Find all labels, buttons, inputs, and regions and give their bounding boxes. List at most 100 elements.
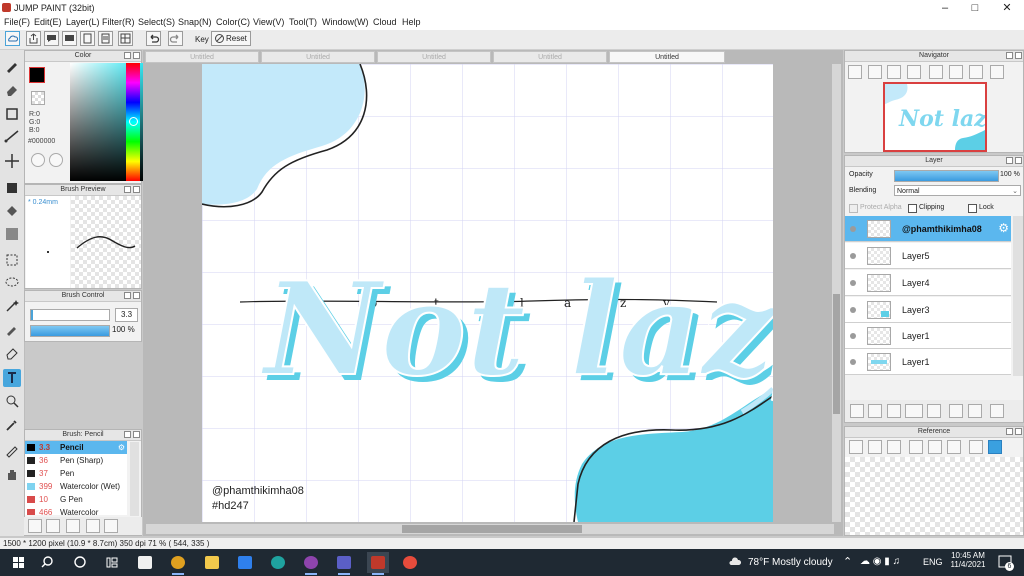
document-tab[interactable]: Untitled: [261, 51, 375, 63]
pen-tool-icon[interactable]: [3, 441, 21, 459]
new-layer-icon[interactable]: [850, 404, 864, 418]
panel-float-icon[interactable]: [124, 431, 131, 438]
reference-hand-icon[interactable]: [988, 440, 1002, 454]
reference-globe-icon[interactable]: [849, 440, 863, 454]
lasso-icon[interactable]: [3, 274, 21, 292]
gear-icon[interactable]: ⚙: [998, 221, 1009, 235]
merge-layer-icon[interactable]: [968, 404, 982, 418]
panel-float-icon[interactable]: [1006, 52, 1013, 59]
document-icon[interactable]: [80, 31, 95, 46]
panel-float-icon[interactable]: [1006, 428, 1013, 435]
text-icon[interactable]: [3, 369, 21, 387]
cloud-icon[interactable]: [5, 31, 20, 46]
reference-fit-icon[interactable]: [928, 440, 942, 454]
task-view-icon[interactable]: [69, 552, 91, 573]
language-indicator[interactable]: ENG: [923, 557, 943, 567]
undo-icon[interactable]: [146, 31, 161, 46]
panel-close-icon[interactable]: [1015, 428, 1022, 435]
menu-snap[interactable]: Snap(N): [178, 17, 212, 27]
vertical-scrollbar[interactable]: [832, 64, 841, 522]
add-brush-icon[interactable]: [66, 519, 80, 533]
panel-close-icon[interactable]: [1015, 157, 1022, 164]
operation-icon[interactable]: [3, 392, 21, 410]
duplicate-layer-icon[interactable]: [949, 404, 963, 418]
eye-icon[interactable]: [850, 333, 856, 339]
layer-row[interactable]: Layer1: [845, 323, 1011, 349]
messenger-icon[interactable]: [300, 552, 322, 575]
navigator-thumbnail[interactable]: Not lazy: [883, 82, 987, 152]
menu-layer[interactable]: Layer(L): [66, 17, 100, 27]
color-picker-icon[interactable]: [49, 153, 63, 167]
copy-brush-icon[interactable]: [86, 519, 100, 533]
reference-picker-icon[interactable]: [969, 440, 983, 454]
zoom-fit-icon[interactable]: [848, 65, 862, 79]
edge-icon[interactable]: [267, 552, 289, 573]
brush-item[interactable]: 37 Pen: [25, 467, 127, 480]
document-tab[interactable]: Untitled: [145, 51, 259, 63]
select-pen-icon[interactable]: [3, 320, 21, 338]
brush-item[interactable]: 10 G Pen: [25, 493, 127, 506]
brush-list-scrollbar[interactable]: [130, 442, 139, 516]
panel-float-icon[interactable]: [1006, 157, 1013, 164]
pen-app-icon[interactable]: [399, 552, 421, 573]
file-explorer-icon[interactable]: [201, 552, 223, 573]
menu-help[interactable]: Help: [402, 17, 421, 27]
hue-handle[interactable]: [129, 117, 138, 126]
panel-float-icon[interactable]: [124, 292, 131, 299]
menu-filter[interactable]: Filter(R): [102, 17, 135, 27]
chevron-up-icon[interactable]: ⌃: [843, 555, 852, 568]
eye-icon[interactable]: [850, 307, 856, 313]
menu-file[interactable]: File(F): [4, 17, 30, 27]
panel-float-icon[interactable]: [124, 52, 131, 59]
layer-row[interactable]: @phamthikimha08 ⚙: [845, 216, 1011, 242]
eye-icon[interactable]: [850, 226, 856, 232]
lock-checkbox[interactable]: [968, 204, 977, 213]
new-layer-1bit-icon[interactable]: [887, 404, 901, 418]
brush-item[interactable]: 399 Watercolor (Wet): [25, 480, 127, 493]
panel-close-icon[interactable]: [1015, 52, 1022, 59]
lock-view-icon[interactable]: [990, 65, 1004, 79]
panel-close-icon[interactable]: [133, 292, 140, 299]
brush-settings-icon[interactable]: [28, 519, 42, 533]
weather-text[interactable]: 78°F Mostly cloudy: [748, 557, 833, 568]
zoom-out-icon[interactable]: [907, 65, 921, 79]
widgets-icon[interactable]: [101, 552, 123, 573]
chat-icon[interactable]: [62, 31, 77, 46]
mail-icon[interactable]: [234, 552, 256, 573]
store-icon[interactable]: [134, 552, 156, 573]
menu-window[interactable]: Window(W): [322, 17, 369, 27]
main-color-swatch[interactable]: [29, 67, 45, 83]
clipping-checkbox[interactable]: [908, 204, 917, 213]
grid-settings-icon[interactable]: [118, 31, 133, 46]
fit-screen-icon[interactable]: [887, 65, 901, 79]
rotate-icon[interactable]: [929, 65, 943, 79]
reset-button[interactable]: Reset: [211, 31, 251, 46]
new-layer-8bit-icon[interactable]: [868, 404, 882, 418]
menu-color[interactable]: Color(C): [216, 17, 250, 27]
panel-float-icon[interactable]: [124, 186, 131, 193]
layer-row[interactable]: Layer1: [845, 349, 1011, 375]
hand-icon[interactable]: [3, 465, 21, 483]
comment-icon[interactable]: [44, 31, 59, 46]
brush-item[interactable]: 36 Pen (Sharp): [25, 454, 127, 467]
brush-size-slider[interactable]: [30, 309, 110, 321]
document-tab[interactable]: Untitled: [377, 51, 491, 63]
document-tab-active[interactable]: Untitled: [609, 51, 725, 63]
flip-icon[interactable]: [949, 65, 963, 79]
chrome-icon[interactable]: [167, 552, 189, 575]
minimize-button[interactable]: –: [930, 0, 960, 16]
notes-icon[interactable]: [98, 31, 113, 46]
select-rect-icon[interactable]: [3, 251, 21, 269]
menu-edit[interactable]: Edit(E): [34, 17, 62, 27]
panel-close-icon[interactable]: [133, 52, 140, 59]
tray-icons[interactable]: ☁ ◉ ▮ ♫: [860, 556, 900, 567]
brush-item[interactable]: 3.3 Pencil ⚙: [25, 441, 127, 454]
reference-zoom-in-icon[interactable]: [909, 440, 923, 454]
eraser-icon[interactable]: [3, 81, 21, 99]
jump-paint-icon[interactable]: [367, 552, 389, 575]
transparent-color-swatch[interactable]: [31, 91, 45, 105]
move-icon[interactable]: [3, 152, 21, 170]
panel-close-icon[interactable]: [133, 431, 140, 438]
protect-alpha-checkbox[interactable]: [849, 204, 858, 213]
eye-icon[interactable]: [850, 280, 856, 286]
